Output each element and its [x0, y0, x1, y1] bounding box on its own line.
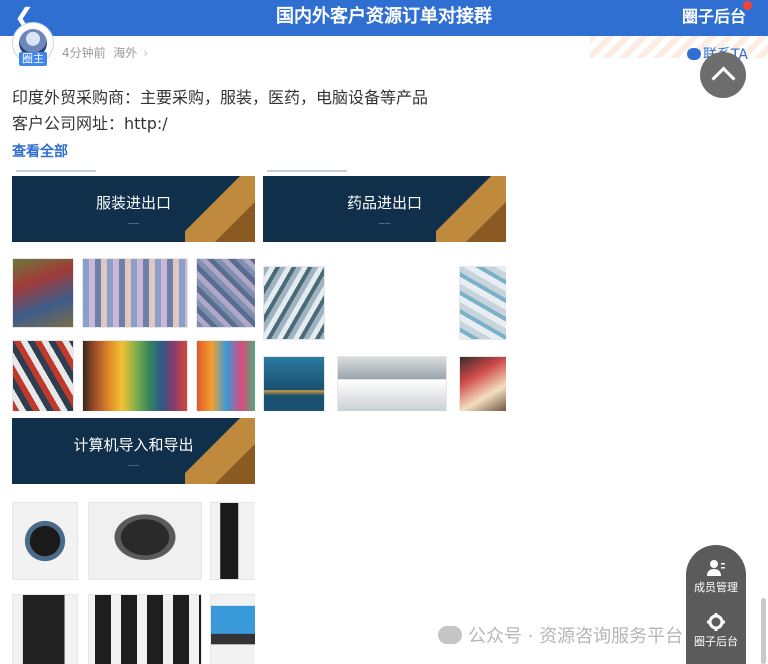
scrollbar[interactable]	[761, 598, 766, 664]
member-management-button[interactable]: 成员管理	[686, 559, 746, 595]
post-text-line1: 印度外贸采购商：主要采购，服装，医药，电脑设备等产品	[12, 88, 429, 107]
post-text-line2: 客户公司网址：http:/	[12, 114, 168, 133]
floating-dock: 成员管理 圈子后台	[686, 545, 746, 664]
owner-badge: 圈主	[19, 52, 47, 66]
scroll-top-button[interactable]	[700, 52, 746, 98]
circle-admin-link[interactable]: 圈子后台	[682, 0, 746, 34]
post-time: 4分钟前	[62, 46, 106, 60]
circle-admin-button[interactable]: 圈子后台	[686, 613, 746, 649]
image-title: 服装进出口	[95, 194, 171, 212]
image-title: 计算机导入和导出	[73, 436, 194, 454]
top-bar: ❮ 国内外客户资源订单对接群 圈子后台	[0, 0, 768, 36]
chat-bubble-icon	[686, 48, 701, 60]
wechat-icon	[438, 626, 462, 644]
notification-dot	[743, 1, 752, 10]
post-region: 海外	[113, 46, 138, 60]
post-image-clothing[interactable]: 服装进出口 ——	[12, 168, 255, 411]
image-title: 药品进出口	[346, 194, 422, 212]
see-all-link[interactable]: 查看全部	[12, 141, 68, 161]
members-icon	[707, 560, 725, 576]
gear-icon	[707, 613, 725, 631]
page-title: 国内外客户资源订单对接群	[276, 6, 492, 27]
watermark: 公众号 · 资源咨询服务平台	[438, 622, 683, 648]
chevron-right-icon: ›	[143, 46, 149, 60]
post-image-medicine[interactable]: 药品进出口 ——	[263, 168, 506, 411]
post-meta[interactable]: 4分钟前 海外 ›	[62, 44, 148, 61]
post-image-computers[interactable]: 计算机导入和导出 ——	[12, 418, 255, 664]
